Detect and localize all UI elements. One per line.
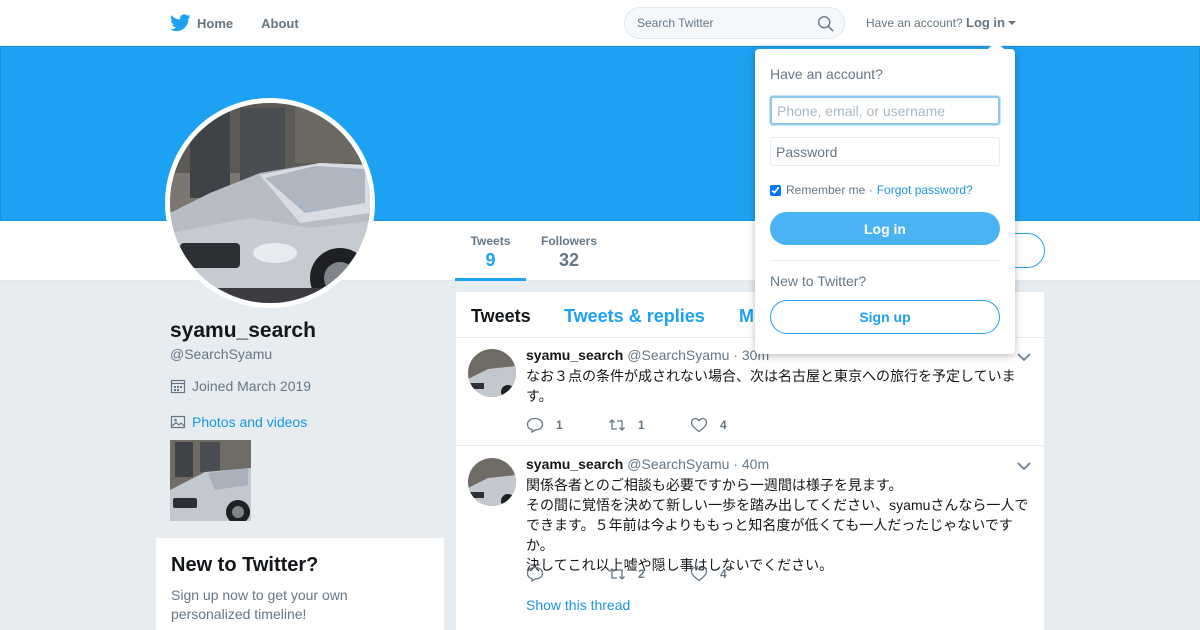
login-dropdown: Have an account? Remember me · Forgot pa… [755,41,1015,354]
top-navigation: Home About Have an account? Log in [0,0,1200,46]
tweet-author-handle: @SearchSyamu [627,347,730,363]
new-card-title: New to Twitter? [171,554,319,576]
reply-action[interactable]: 1 [526,417,578,433]
dropdown-notch [987,41,1005,50]
new-to-twitter-card: New to Twitter? Sign up now to get your … [156,538,444,630]
stat-followers-value: 32 [558,250,580,270]
stat-tweets[interactable]: Tweets 9 [455,234,526,281]
login-button[interactable]: Log in [770,212,1000,245]
profile-handle: @SearchSyamu [170,346,273,362]
heart-icon [690,566,708,582]
tweet-header: syamu_search @SearchSyamu · 30m [526,347,769,363]
login-dropdown-toggle[interactable]: Log in [966,15,1016,30]
joined-text: Joined March 2019 [192,378,312,394]
profile-avatar[interactable] [165,98,375,308]
retweet-count: 2 [638,567,645,581]
retweet-action[interactable]: 1 [608,417,660,433]
tweet-text-line: 関係各者とのご相談も必要ですから一週間は様子を見ます。 [526,477,903,493]
password-field[interactable] [770,137,1000,166]
stat-tweets-label: Tweets [470,234,511,248]
calendar-icon [170,379,186,394]
chevron-down-icon[interactable] [1017,352,1031,362]
tweet-text: 関係各者とのご相談も必要ですから一週間は様子を見ます。 その間に覚悟を決めて新し… [526,475,1036,575]
stat-tweets-value: 9 [485,250,496,270]
search-box[interactable] [624,7,845,39]
search-icon[interactable] [817,15,834,32]
tweet-avatar-image [468,458,516,506]
photos-videos-link[interactable]: Photos and videos [170,414,307,430]
reply-icon [526,417,544,433]
tab-tweets[interactable]: Tweets [471,306,531,327]
remember-me-checkbox[interactable] [770,184,781,196]
stat-followers-label: Followers [541,234,598,248]
car-thumbnail-image [170,440,251,521]
tweet-avatar-image [468,349,516,397]
tweet-avatar[interactable] [468,349,516,397]
reply-icon [526,566,544,582]
dropdown-title: Have an account? [770,66,883,82]
show-thread-link[interactable]: Show this thread [526,597,630,613]
like-action[interactable]: 4 [690,417,742,433]
tweet-item[interactable]: syamu_search @SearchSyamu · 30m なお３点の条件が成… [456,339,1044,446]
tweet-author-handle: @SearchSyamu [627,456,730,472]
tweet-author-name[interactable]: syamu_search [526,347,623,363]
forgot-password-link[interactable]: Forgot password? [877,183,973,197]
tweet-author-name[interactable]: syamu_search [526,456,623,472]
car-photo-image [170,103,370,303]
tab-media[interactable]: M [739,306,754,327]
reply-action[interactable] [526,566,578,582]
like-count: 4 [720,418,727,432]
dropdown-divider [770,260,1000,261]
media-thumbnail[interactable] [170,440,251,521]
stat-followers[interactable]: Followers 32 [541,234,597,271]
remember-me-row: Remember me · Forgot password? [770,183,973,197]
tweet-text: なお３点の条件が成されない場合、次は名古屋と東京への旅行を予定しています。 [526,368,1016,404]
retweet-count: 1 [638,418,645,432]
nav-about-link[interactable]: About [261,16,299,31]
tweet-text-line: その間に覚悟を決めて新しい一歩を踏み出してください、syamuさんなら一人ででき… [526,497,1029,553]
tweet-item[interactable]: syamu_search @SearchSyamu · 40m 関係各者とのご相談… [456,447,1044,630]
photo-icon [170,415,186,429]
retweet-icon [609,419,625,431]
joined-date: Joined March 2019 [170,378,311,394]
caret-down-icon [1008,21,1016,25]
tweet-avatar[interactable] [468,458,516,506]
tweet-timestamp[interactable]: · 40m [733,456,769,472]
like-count: 4 [720,567,727,581]
like-action[interactable]: 4 [690,566,742,582]
tweet-header: syamu_search @SearchSyamu · 40m [526,456,769,472]
remember-me-label: Remember me · [786,183,873,197]
retweet-action[interactable]: 2 [608,566,660,582]
heart-icon [690,417,708,433]
signup-button[interactable]: Sign up [770,300,1000,334]
photos-videos-label: Photos and videos [192,414,308,430]
new-to-twitter-label: New to Twitter? [770,273,867,289]
account-question: Have an account? [866,16,963,30]
tweet-actions: 1 1 4 [526,417,772,433]
tweet-actions: 2 4 [526,566,772,582]
new-card-text: Sign up now to get your own personalized… [171,587,348,622]
tab-tweets-replies[interactable]: Tweets & replies [564,306,705,327]
username-field[interactable] [770,96,1000,125]
chevron-down-icon[interactable] [1017,461,1031,471]
nav-home-link[interactable]: Home [197,16,233,31]
search-input[interactable] [637,16,807,30]
profile-name: syamu_search [170,319,316,342]
reply-count: 1 [556,418,563,432]
nav-left: Home About [170,0,299,46]
twitter-bird-icon[interactable] [170,14,191,32]
retweet-icon [609,568,625,580]
login-link-label: Log in [966,15,1005,30]
